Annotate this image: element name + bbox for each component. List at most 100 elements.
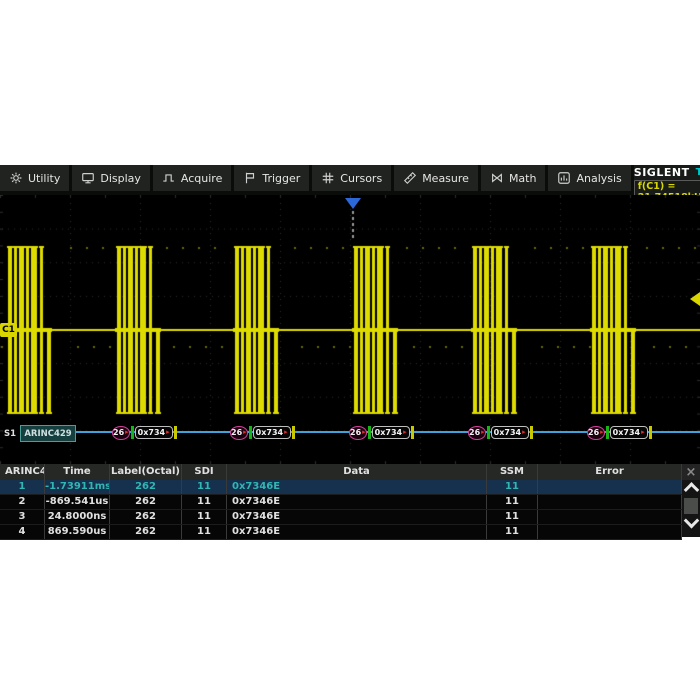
- cell-data: 0x7346E: [227, 510, 487, 524]
- cell-error: [538, 510, 682, 524]
- analysis-icon: [557, 171, 571, 185]
- frame-ssm-bracket: [174, 426, 177, 439]
- cell-sdi: 11: [182, 525, 227, 539]
- menu-item-label: Display: [100, 172, 141, 185]
- truncation-arrow-icon: ▸: [600, 429, 604, 436]
- row-number: 4: [0, 525, 45, 539]
- frame-sdi-bracket: [368, 426, 371, 439]
- cell-sdi: 11: [182, 510, 227, 524]
- acquire-icon: [162, 171, 176, 185]
- table-header-arinc429: ARINC429: [0, 464, 45, 480]
- table-row[interactable]: 2-869.541us262110x7346E11: [0, 495, 682, 510]
- menu-item-acquire[interactable]: Acquire: [153, 165, 231, 191]
- menu-item-utility[interactable]: Utility: [0, 165, 69, 191]
- decode-table: ARINC429TimeLabel(Octal)SDIDataSSMError1…: [0, 464, 700, 537]
- menu-bar: Utility Display Acquire Trigger Cursors Measu…: [0, 165, 700, 195]
- cell-sdi: 11: [182, 495, 227, 509]
- menu-item-cursors[interactable]: Cursors: [312, 165, 391, 191]
- chevron-down-icon: [683, 513, 699, 529]
- truncation-arrow-icon: ▸: [362, 429, 366, 436]
- menu-item-label: Acquire: [181, 172, 222, 185]
- menu-item-display[interactable]: Display: [72, 165, 150, 191]
- frame-ssm-bracket: [530, 426, 533, 439]
- frame-data-box: 0x734▸: [491, 426, 529, 439]
- truncation-arrow-icon: ▸: [641, 429, 645, 436]
- menu-item-math[interactable]: Math: [481, 165, 546, 191]
- frame-sdi-bracket: [131, 426, 134, 439]
- channel-c1-badge[interactable]: C1: [0, 323, 17, 337]
- frame-label-ellipse: 26▸: [230, 426, 248, 440]
- frame-data-box: 0x734▸: [253, 426, 291, 439]
- table-header-sdi: SDI: [182, 464, 227, 480]
- decode-frame: 26▸ 0x734▸: [230, 424, 295, 441]
- frame-ssm-bracket: [649, 426, 652, 439]
- menu-item-label: Trigger: [262, 172, 300, 185]
- cell-ssm: 11: [487, 480, 538, 494]
- menu-item-label: Analysis: [576, 172, 621, 185]
- chevron-up-icon: [683, 482, 699, 498]
- bus-label: S1: [4, 429, 16, 439]
- frame-label-ellipse: 26▸: [468, 426, 486, 440]
- scroll-down-button[interactable]: [682, 515, 700, 532]
- cell-label: 262: [110, 525, 182, 539]
- cell-data: 0x7346E: [227, 495, 487, 509]
- frame-data-box: 0x734▸: [372, 426, 410, 439]
- decode-frame: 26▸ 0x734▸: [349, 424, 414, 441]
- cell-ssm: 11: [487, 510, 538, 524]
- waveform-plot-area: C1 S1 ARINC429 26▸ 0x734▸ 26▸ 0x734▸ 26▸ 0x73…: [0, 195, 700, 464]
- cell-data: 0x7346E: [227, 480, 487, 494]
- decode-frame: 26▸0x734▸: [587, 424, 652, 441]
- truncation-arrow-icon: ▸: [522, 429, 526, 436]
- math-icon: [490, 171, 504, 185]
- table-row[interactable]: 324.8000ns262110x7346E11: [0, 510, 682, 525]
- frame-sdi-bracket: [487, 426, 490, 439]
- cell-data: 0x7346E: [227, 525, 487, 539]
- cell-label: 262: [110, 495, 182, 509]
- cell-sdi: 11: [182, 480, 227, 494]
- table-header-row: ARINC429TimeLabel(Octal)SDIDataSSMError: [0, 464, 682, 480]
- frame-ssm-bracket: [411, 426, 414, 439]
- table-header-time: Time: [45, 464, 110, 480]
- decode-frame: 26▸ 0x734▸: [468, 424, 533, 441]
- table-row[interactable]: 1-1.73911ms262110x7346E11: [0, 480, 682, 495]
- scroll-up-button[interactable]: [682, 480, 700, 497]
- brand-logo: SIGLENT: [634, 166, 690, 179]
- menu-item-analysis[interactable]: Analysis: [548, 165, 630, 191]
- screenshot-canvas: Utility Display Acquire Trigger Cursors Measu…: [0, 0, 700, 700]
- cell-ssm: 11: [487, 495, 538, 509]
- cell-error: [538, 495, 682, 509]
- flag-icon: [243, 171, 257, 185]
- truncation-arrow-icon: ▸: [403, 429, 407, 436]
- table-header-label-octal-: Label(Octal): [110, 464, 182, 480]
- trigger-level-arrow[interactable]: [690, 292, 700, 306]
- frame-label-ellipse: 26▸: [349, 426, 367, 440]
- row-number: 2: [0, 495, 45, 509]
- cell-time: 869.590us: [45, 525, 110, 539]
- cell-ssm: 11: [487, 525, 538, 539]
- cell-label: 262: [110, 510, 182, 524]
- frame-sdi-bracket: [606, 426, 609, 439]
- cell-time: 24.8000ns: [45, 510, 110, 524]
- display-icon: [81, 171, 95, 185]
- menu-item-label: Measure: [422, 172, 469, 185]
- truncation-arrow-icon: ▸: [243, 429, 247, 436]
- cell-error: [538, 525, 682, 539]
- truncation-arrow-icon: ▸: [166, 429, 170, 436]
- table-row[interactable]: 4869.590us262110x7346E11: [0, 525, 682, 540]
- table-close-button[interactable]: ×: [682, 464, 700, 480]
- gear-icon: [9, 171, 23, 185]
- menu-item-trigger[interactable]: Trigger: [234, 165, 309, 191]
- table-header-data: Data: [227, 464, 487, 480]
- decode-frame: 26▸0x734▸: [112, 424, 177, 441]
- frame-ssm-bracket: [292, 426, 295, 439]
- table-header-ssm: SSM: [487, 464, 538, 480]
- cell-error: [538, 480, 682, 494]
- bus-name-box[interactable]: ARINC429: [20, 425, 76, 442]
- table-header-error: Error: [538, 464, 682, 480]
- trigger-position-marker[interactable]: [345, 198, 361, 209]
- truncation-arrow-icon: ▸: [125, 429, 129, 436]
- cursors-icon: [321, 171, 335, 185]
- menu-item-measure[interactable]: Measure: [394, 165, 478, 191]
- oscilloscope-screen: Utility Display Acquire Trigger Cursors Measu…: [0, 165, 700, 537]
- cell-label: 262: [110, 480, 182, 494]
